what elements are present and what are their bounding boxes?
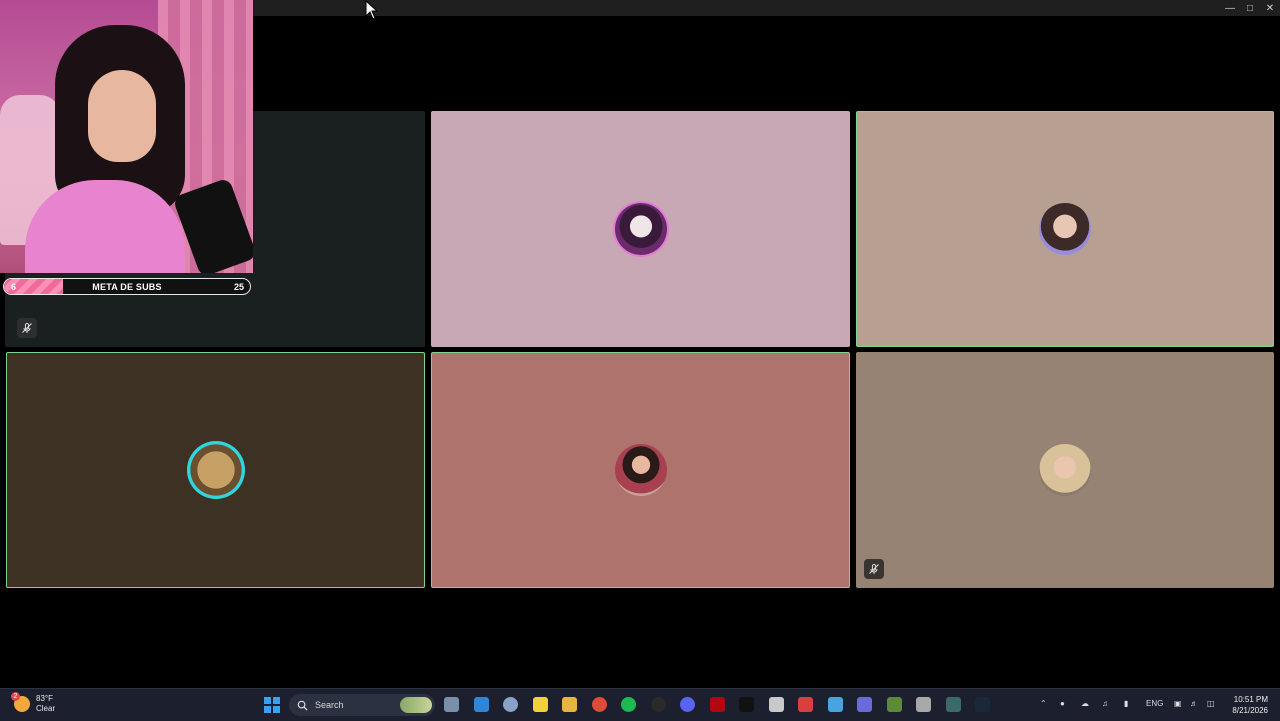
participant-tile-5[interactable] <box>431 352 850 588</box>
girl-sparkle-avatar <box>1039 203 1091 255</box>
sub-goal-target: 25 <box>233 281 244 292</box>
store-icon[interactable] <box>473 697 489 712</box>
participant-tile-6[interactable] <box>856 352 1274 588</box>
app-icon[interactable] <box>768 697 784 712</box>
mic-muted-icon <box>864 559 884 579</box>
search-placeholder: Search <box>315 700 344 710</box>
volume-icon[interactable]: ♬ <box>1190 699 1198 708</box>
netflix-icon[interactable] <box>709 697 725 712</box>
settings-icon[interactable] <box>503 697 518 712</box>
search-highlight-image <box>400 697 432 713</box>
notification-badge: 2 <box>11 692 20 701</box>
tray-app-icon[interactable]: ● <box>1060 699 1065 708</box>
tiktok-icon[interactable] <box>739 697 754 712</box>
girl-red-avatar <box>614 444 667 496</box>
file-explorer-icon[interactable] <box>444 697 459 712</box>
battery-icon[interactable]: ◫ <box>1207 699 1215 708</box>
discord-icon[interactable] <box>680 697 695 712</box>
window-controls: — □ ✕ <box>1220 0 1280 16</box>
photos-icon[interactable] <box>827 697 843 712</box>
sub-goal-bar: 6 META DE SUBS 25 <box>3 278 251 295</box>
taskbar-clock[interactable]: 10:51 PM 8/21/2026 <box>1232 694 1268 716</box>
maximize-icon[interactable]: □ <box>1240 0 1260 16</box>
tray-chevron-icon[interactable]: ⌃ <box>1040 699 1047 708</box>
language-indicator[interactable]: ENG <box>1146 699 1163 708</box>
speaker-tray-icon[interactable]: ♫ <box>1102 699 1108 708</box>
sub-goal-label: META DE SUBS <box>92 281 162 292</box>
minecraft-icon[interactable] <box>886 697 902 712</box>
girl-blonde-avatar <box>1039 444 1091 496</box>
close-icon[interactable]: ✕ <box>1260 0 1280 16</box>
network-icon[interactable]: ▣ <box>1174 699 1182 708</box>
game-icon[interactable] <box>857 697 872 712</box>
folder-icon[interactable] <box>562 697 577 712</box>
participant-tile-4[interactable] <box>6 352 425 588</box>
weather-condition: Clear <box>36 704 56 713</box>
mouse-cursor-icon <box>365 0 379 20</box>
sticky-notes-icon[interactable] <box>532 697 548 712</box>
taskbar: 2 83°F Clear Search ⌃ ● ☁ ♫ ▮ ENG ▣ ♬ ◫ … <box>0 688 1280 721</box>
obs-icon[interactable] <box>650 697 666 712</box>
purple-avatar <box>614 203 667 255</box>
terminal-icon[interactable] <box>945 697 961 712</box>
streamer-webcam <box>0 0 253 273</box>
clock-time: 10:51 PM <box>1233 695 1268 704</box>
chrome-icon[interactable] <box>591 697 607 712</box>
weather-temp: 83°F <box>36 694 53 703</box>
spotify-icon[interactable] <box>621 697 636 712</box>
mic-muted-icon <box>17 318 37 338</box>
calculator-icon[interactable] <box>916 697 931 712</box>
weather-sun-icon: 2 <box>11 692 30 712</box>
streamer-face <box>88 70 156 162</box>
onedrive-icon[interactable]: ☁ <box>1081 699 1089 708</box>
teddy-bear-avatar <box>186 441 245 499</box>
taskbar-search[interactable]: Search <box>289 694 435 716</box>
participant-tile-2[interactable] <box>431 111 850 347</box>
voicemod-icon[interactable] <box>798 697 813 712</box>
windows-start-icon[interactable] <box>264 697 280 713</box>
clock-date: 8/21/2026 <box>1232 706 1268 715</box>
microphone-icon[interactable]: ▮ <box>1124 699 1128 708</box>
participant-tile-3[interactable] <box>856 111 1274 347</box>
search-icon <box>297 700 308 711</box>
minimize-icon[interactable]: — <box>1220 0 1240 16</box>
steam-icon[interactable] <box>975 697 990 712</box>
weather-widget[interactable]: 2 83°F Clear <box>11 692 56 714</box>
